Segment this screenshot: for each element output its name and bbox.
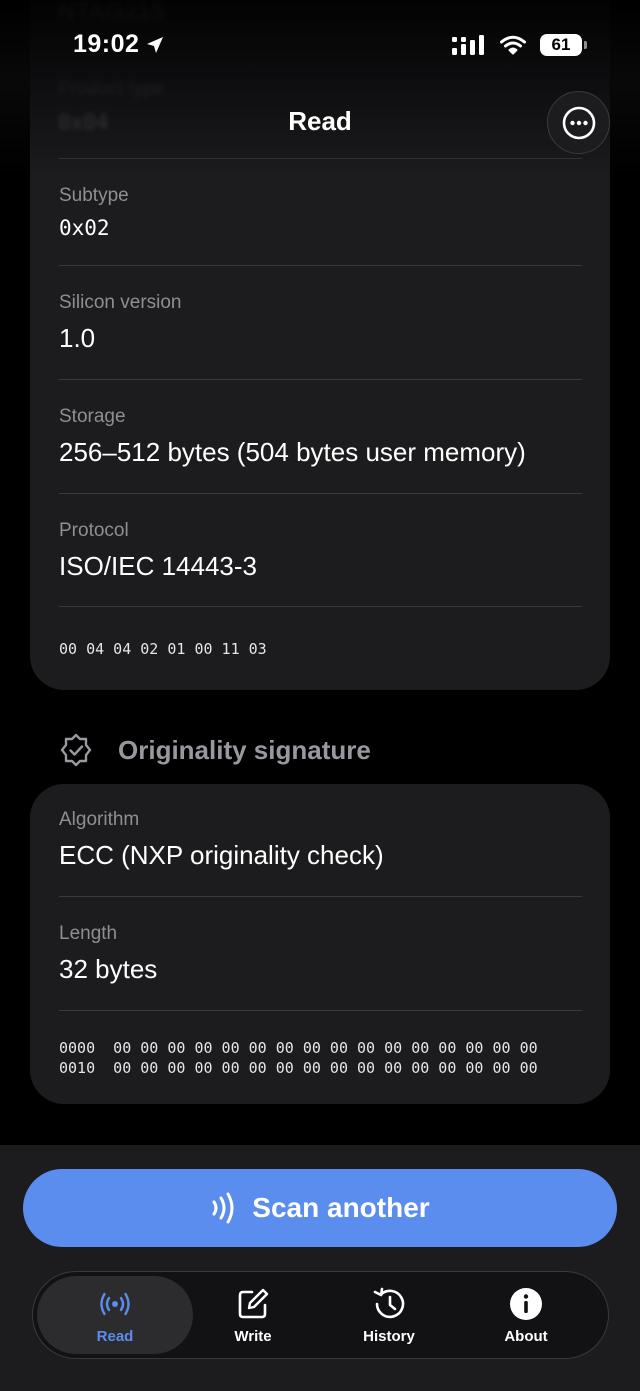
- algorithm-label: Algorithm: [59, 809, 140, 830]
- faded-product-type-label: Product type: [58, 78, 165, 99]
- verified-badge-icon: [60, 733, 92, 767]
- divider: [59, 158, 582, 159]
- history-icon: [373, 1287, 405, 1318]
- tab-about[interactable]: About: [448, 1276, 604, 1354]
- algorithm-value: ECC (NXP originality check): [59, 840, 384, 870]
- scan-another-button[interactable]: Scan another: [23, 1169, 617, 1247]
- subtype-value: 0x02: [59, 216, 110, 240]
- tab-read-label: Read: [96, 1327, 134, 1345]
- tab-history-label: History: [363, 1327, 415, 1345]
- signature-hex-line: 0000 00 00 00 00 00 00 00 00 00 00 00 00…: [59, 1039, 538, 1057]
- length-label: Length: [59, 923, 118, 944]
- protocol-label: Protocol: [59, 520, 129, 541]
- location-arrow-icon: [147, 36, 164, 53]
- section-title: Originality signature: [118, 734, 371, 765]
- tab-read[interactable]: Read: [37, 1276, 193, 1354]
- time-text: 19:02: [73, 30, 140, 58]
- tab-write-label: Write: [234, 1327, 272, 1345]
- tab-bar: Read Write History About: [32, 1271, 609, 1359]
- edit-icon: [238, 1288, 269, 1318]
- divider: [59, 379, 582, 380]
- signature-hex-line: 0010 00 00 00 00 00 00 00 00 00 00 00 00…: [59, 1059, 538, 1077]
- divider: [59, 1010, 582, 1011]
- faded-tag-name: NTAG215: [58, 0, 165, 25]
- status-bar-indicators: 61: [452, 34, 587, 56]
- tab-about-label: About: [504, 1327, 548, 1345]
- ellipsis-circle-icon: [562, 106, 595, 139]
- divider: [59, 265, 582, 266]
- status-bar-time: 19:02: [73, 30, 165, 59]
- divider: [59, 493, 582, 494]
- page-title: Read: [288, 106, 352, 136]
- scan-another-label: Scan another: [252, 1192, 430, 1223]
- silicon-version-value: 1.0: [59, 323, 96, 353]
- length-value: 32 bytes: [59, 954, 158, 984]
- storage-value: 256–512 bytes (504 bytes user memory): [59, 437, 526, 467]
- nfc-icon: [100, 1292, 130, 1315]
- raw-hex-dump: 00 04 04 02 01 00 11 03: [59, 640, 267, 658]
- wifi-icon: [500, 35, 526, 55]
- divider: [59, 606, 582, 607]
- more-options-button[interactable]: [547, 91, 610, 154]
- info-icon: [510, 1287, 542, 1320]
- divider: [59, 896, 582, 897]
- tab-history[interactable]: History: [311, 1276, 467, 1354]
- cellular-signal-icon: [452, 35, 484, 55]
- tag-info-card: [30, 0, 610, 690]
- subtype-label: Subtype: [59, 185, 129, 206]
- originality-section-header: Originality signature: [58, 730, 371, 770]
- battery-indicator: 61: [540, 34, 587, 56]
- nfc-waves-icon: [212, 1192, 234, 1224]
- protocol-value: ISO/IEC 14443-3: [59, 551, 257, 581]
- tab-write[interactable]: Write: [175, 1276, 331, 1354]
- storage-label: Storage: [59, 406, 126, 427]
- silicon-version-label: Silicon version: [59, 292, 182, 313]
